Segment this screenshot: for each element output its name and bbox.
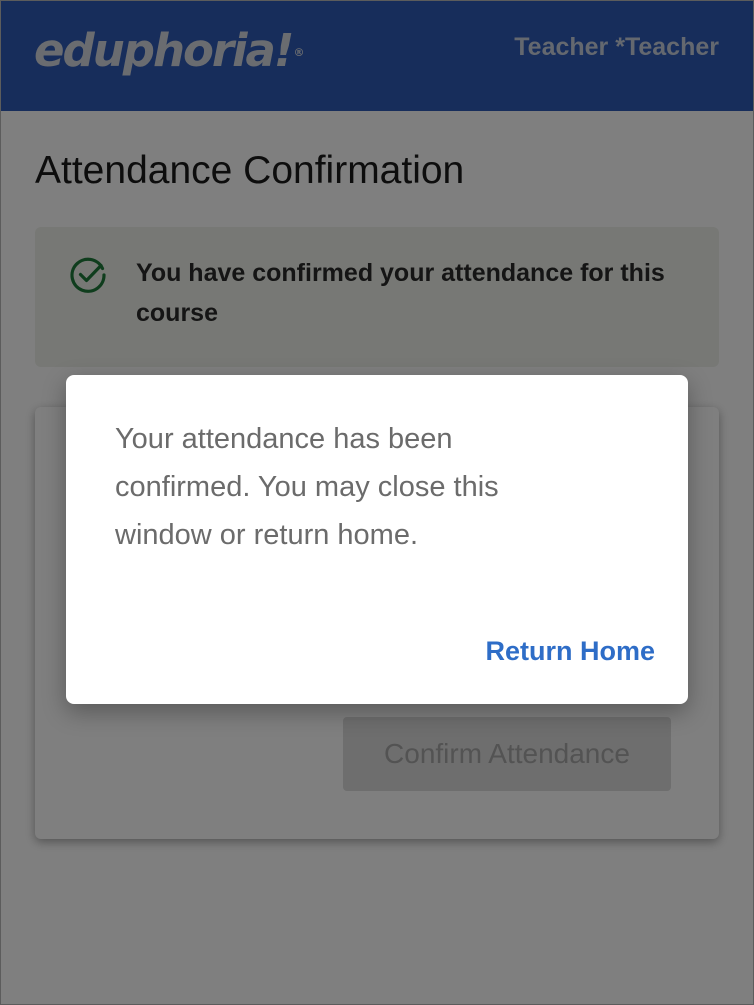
dialog-message: Your attendance has been confirmed. You … [115, 423, 499, 551]
confirmation-dialog: Your attendance has been confirmed. You … [66, 375, 688, 704]
return-home-button[interactable]: Return Home [485, 629, 655, 673]
